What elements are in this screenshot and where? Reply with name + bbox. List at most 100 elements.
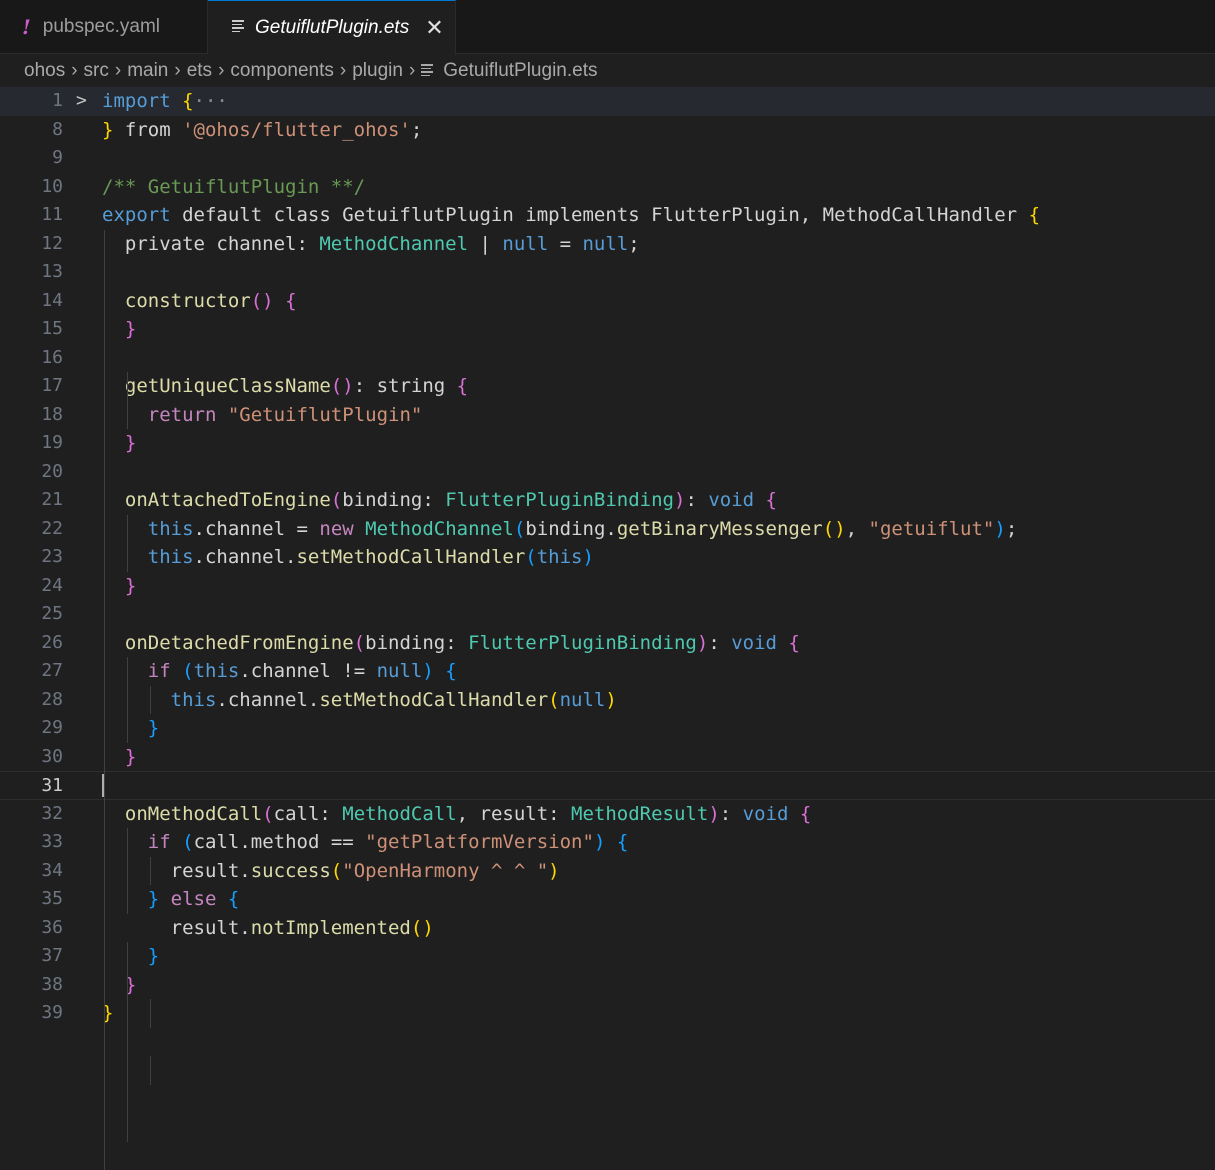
code-editor[interactable]: 1>import {···8} from '@ohos/flutter_ohos… [0, 87, 1215, 1032]
breadcrumb-item[interactable]: components [230, 60, 334, 82]
code-line[interactable]: 32 onMethodCall(call: MethodCall, result… [0, 800, 1215, 829]
code-token: MethodResult [571, 803, 708, 825]
tab-pubspec[interactable]: ! pubspec.yaml [0, 0, 208, 54]
code-token: void [731, 632, 777, 654]
tab-label: GetuiflutPlugin.ets [255, 17, 409, 39]
code-line[interactable]: 17 getUniqueClassName(): string { [0, 372, 1215, 401]
code-token: } [125, 432, 136, 454]
code-token: this [194, 660, 240, 682]
tab-bar: ! pubspec.yaml GetuiflutPlugin.ets ✕ [0, 0, 1215, 54]
code-text: private channel: MethodChannel | null = … [102, 230, 640, 259]
code-token [274, 290, 285, 312]
code-token: { [457, 375, 468, 397]
code-line[interactable]: 1>import {··· [0, 87, 1215, 116]
code-line[interactable]: 20 [0, 458, 1215, 487]
chevron-right-icon[interactable]: > [76, 87, 87, 116]
breadcrumb-item[interactable]: ets [187, 60, 212, 82]
code-line[interactable]: 26 onDetachedFromEngine(binding: Flutter… [0, 629, 1215, 658]
code-line[interactable]: 25 [0, 600, 1215, 629]
chevron-right-icon: › [115, 60, 121, 82]
code-text: } else { [102, 885, 239, 914]
breadcrumb-item[interactable]: GetuiflutPlugin.ets [443, 60, 597, 82]
code-line[interactable]: 13 [0, 258, 1215, 287]
code-line[interactable]: 38 } [0, 971, 1215, 1000]
code-token: { [228, 888, 239, 910]
code-token [102, 375, 125, 397]
code-token: ( [354, 632, 365, 654]
code-token: ; [628, 233, 639, 255]
code-token: ··· [194, 90, 228, 112]
code-token: .channel. [194, 546, 297, 568]
code-line[interactable]: 19 } [0, 429, 1215, 458]
code-token: { [445, 660, 456, 682]
code-token: ( [331, 860, 342, 882]
breadcrumb-item[interactable]: plugin [352, 60, 403, 82]
code-token: { [1029, 204, 1040, 226]
code-line[interactable]: 22 this.channel = new MethodChannel(bind… [0, 515, 1215, 544]
code-token: ( [514, 518, 525, 540]
code-line[interactable]: 34 result.success("OpenHarmony ^ ^ ") [0, 857, 1215, 886]
line-number: 38 [0, 971, 63, 1000]
code-token: "getPlatformVersion" [365, 831, 594, 853]
code-text: getUniqueClassName(): string { [102, 372, 468, 401]
close-icon[interactable]: ✕ [425, 15, 443, 41]
code-line[interactable]: 29 } [0, 714, 1215, 743]
code-token [354, 518, 365, 540]
code-line[interactable]: 37 } [0, 942, 1215, 971]
breadcrumb-item[interactable]: src [84, 60, 109, 82]
code-line[interactable]: 28 this.channel.setMethodCallHandler(nul… [0, 686, 1215, 715]
code-line[interactable]: 8} from '@ohos/flutter_ohos'; [0, 116, 1215, 145]
code-line[interactable]: 10/** GetuiflutPlugin **/ [0, 173, 1215, 202]
code-text: return "GetuiflutPlugin" [102, 401, 422, 430]
indent-guide [127, 657, 128, 743]
code-line[interactable]: 16 [0, 344, 1215, 373]
code-token: private channel: [102, 233, 319, 255]
code-line[interactable]: 21 onAttachedToEngine(binding: FlutterPl… [0, 486, 1215, 515]
code-line[interactable]: 24 } [0, 572, 1215, 601]
code-token: .channel. [216, 689, 319, 711]
code-token: () [823, 518, 846, 540]
code-token: success [251, 860, 331, 882]
breadcrumb-item[interactable]: ohos [24, 60, 65, 82]
code-token [102, 888, 148, 910]
breadcrumb-item[interactable]: main [127, 60, 168, 82]
code-line[interactable]: 12 private channel: MethodChannel | null… [0, 230, 1215, 259]
code-token [102, 404, 148, 426]
indent-guide [127, 515, 128, 572]
code-token [102, 489, 125, 511]
code-text: import {··· [102, 87, 228, 116]
line-number: 12 [0, 230, 63, 259]
code-line[interactable]: 14 constructor() { [0, 287, 1215, 316]
code-token: null [377, 660, 423, 682]
code-token: MethodChannel [319, 233, 468, 255]
line-number: 13 [0, 258, 63, 287]
code-line[interactable]: 30 } [0, 743, 1215, 772]
line-number: 29 [0, 714, 63, 743]
code-token: void [743, 803, 789, 825]
code-line[interactable]: 36 result.notImplemented() [0, 914, 1215, 943]
line-number: 17 [0, 372, 63, 401]
chevron-right-icon: › [340, 60, 346, 82]
code-token [102, 746, 125, 768]
code-line[interactable]: 18 return "GetuiflutPlugin" [0, 401, 1215, 430]
code-line[interactable]: 9 [0, 144, 1215, 173]
line-number: 37 [0, 942, 63, 971]
code-token [216, 888, 227, 910]
code-line[interactable]: 39} [0, 999, 1215, 1028]
code-line[interactable]: 23 this.channel.setMethodCallHandler(thi… [0, 543, 1215, 572]
code-token: ( [182, 831, 193, 853]
code-token: } [125, 746, 136, 768]
code-line[interactable]: 27 if (this.channel != null) { [0, 657, 1215, 686]
line-number: 15 [0, 315, 63, 344]
code-line[interactable]: 33 if (call.method == "getPlatformVersio… [0, 828, 1215, 857]
code-line[interactable]: 15 } [0, 315, 1215, 344]
code-token: FlutterPluginBinding [468, 632, 697, 654]
code-token: ) [697, 632, 708, 654]
code-token: { [182, 90, 193, 112]
code-line[interactable]: 11export default class GetuiflutPlugin i… [0, 201, 1215, 230]
code-line[interactable]: 31 [0, 771, 1215, 800]
code-token [788, 803, 799, 825]
code-line[interactable]: 35 } else { [0, 885, 1215, 914]
tab-getuiflutplugin[interactable]: GetuiflutPlugin.ets ✕ [208, 0, 456, 55]
code-token: new [319, 518, 353, 540]
